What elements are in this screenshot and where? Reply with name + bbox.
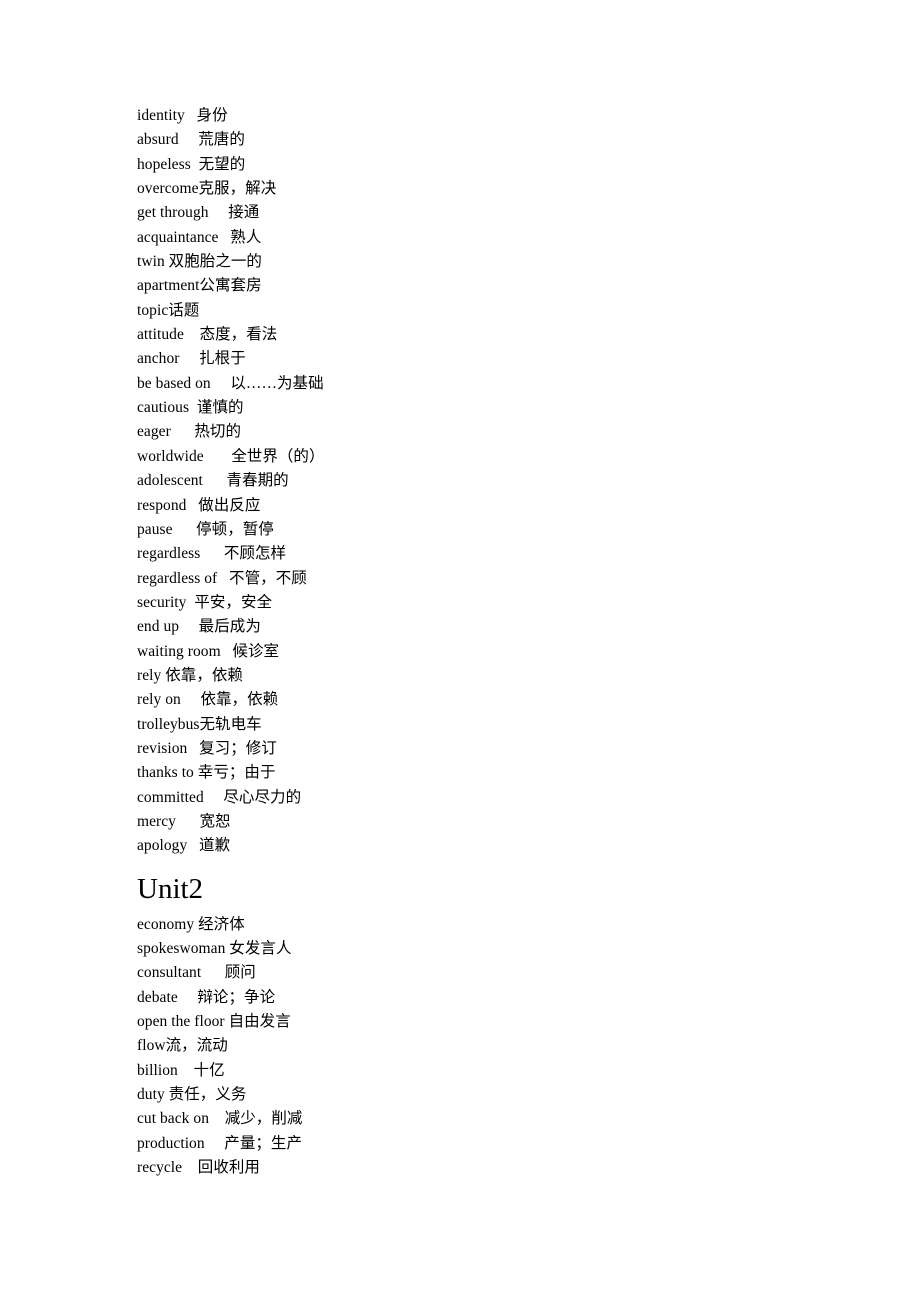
- vocabulary-entry: regardless 不顾怎样: [137, 545, 287, 563]
- vocabulary-entry: apology 道歉: [137, 837, 231, 855]
- vocabulary-entry: duty 责任，义务: [137, 1086, 247, 1104]
- document-page: identity 身份 absurd 荒唐的 hopeless 无望的 over…: [0, 0, 920, 1302]
- vocabulary-entry: rely on 依靠，依赖: [137, 691, 279, 709]
- vocabulary-entry: thanks to 幸亏；由于: [137, 764, 276, 782]
- vocabulary-entry: end up 最后成为: [137, 618, 261, 636]
- vocabulary-entry: recycle 回收利用: [137, 1159, 260, 1177]
- vocabulary-entry: respond 做出反应: [137, 496, 261, 514]
- vocabulary-entry: committed 尽心尽力的: [137, 788, 302, 806]
- vocabulary-entry: worldwide 全世界（的）: [137, 447, 325, 465]
- vocabulary-entry: adolescent 青春期的: [137, 472, 289, 490]
- vocabulary-section-unit1: identity 身份 absurd 荒唐的 hopeless 无望的 over…: [137, 104, 837, 859]
- vocabulary-entry: billion 十亿: [137, 1061, 225, 1079]
- vocabulary-entry: waiting room 候诊室: [137, 642, 280, 660]
- vocabulary-entry: rely 依靠，依赖: [137, 666, 243, 684]
- vocabulary-list-unit2: economy 经济体 spokeswoman 女发言人 consultant …: [137, 913, 837, 1181]
- vocabulary-content: identity 身份 absurd 荒唐的 hopeless 无望的 over…: [137, 104, 837, 1180]
- vocabulary-entry: identity 身份: [137, 107, 228, 124]
- vocabulary-entry: attitude 态度，看法: [137, 326, 278, 344]
- vocabulary-entry: topic话题: [137, 301, 200, 319]
- vocabulary-entry: apartment公寓套房: [137, 277, 262, 295]
- vocabulary-entry: overcome克服，解决: [137, 180, 277, 198]
- vocabulary-entry: cut back on 减少，削减: [137, 1110, 303, 1128]
- vocabulary-entry: revision 复习；修订: [137, 739, 277, 757]
- vocabulary-entry: be based on 以……为基础: [137, 374, 324, 392]
- vocabulary-entry: production 产量；生产: [137, 1134, 303, 1152]
- vocabulary-entry: debate 辩论；争论: [137, 988, 276, 1006]
- vocabulary-entry: trolleybus无轨电车: [137, 715, 262, 733]
- vocabulary-entry: eager 热切的: [137, 423, 242, 441]
- vocabulary-entry: mercy 宽恕: [137, 812, 231, 830]
- vocabulary-entry: get through 接通: [137, 204, 260, 222]
- vocabulary-entry: open the floor 自由发言: [137, 1013, 291, 1031]
- vocabulary-list-unit1: identity 身份 absurd 荒唐的 hopeless 无望的 over…: [137, 104, 837, 859]
- vocabulary-entry: twin 双胞胎之一的: [137, 253, 262, 271]
- vocabulary-entry: economy 经济体: [137, 915, 245, 933]
- vocabulary-entry: hopeless 无望的: [137, 155, 246, 173]
- vocabulary-entry: flow流，流动: [137, 1037, 228, 1055]
- vocabulary-entry: acquaintance 熟人: [137, 228, 262, 246]
- vocabulary-section-unit2: Unit2 economy 经济体 spokeswoman 女发言人 consu…: [137, 869, 837, 1181]
- unit-heading: Unit2: [137, 872, 204, 905]
- vocabulary-entry: pause 停顿，暂停: [137, 520, 274, 538]
- vocabulary-entry: spokeswoman 女发言人: [137, 940, 292, 957]
- vocabulary-entry: cautious 谨慎的: [137, 399, 244, 417]
- vocabulary-entry: absurd 荒唐的: [137, 131, 245, 149]
- vocabulary-entry: regardless of 不管，不顾: [137, 569, 307, 587]
- vocabulary-entry: anchor 扎根于: [137, 350, 246, 368]
- vocabulary-entry: security 平安，安全: [137, 593, 273, 611]
- vocabulary-entry: consultant 顾问: [137, 964, 256, 982]
